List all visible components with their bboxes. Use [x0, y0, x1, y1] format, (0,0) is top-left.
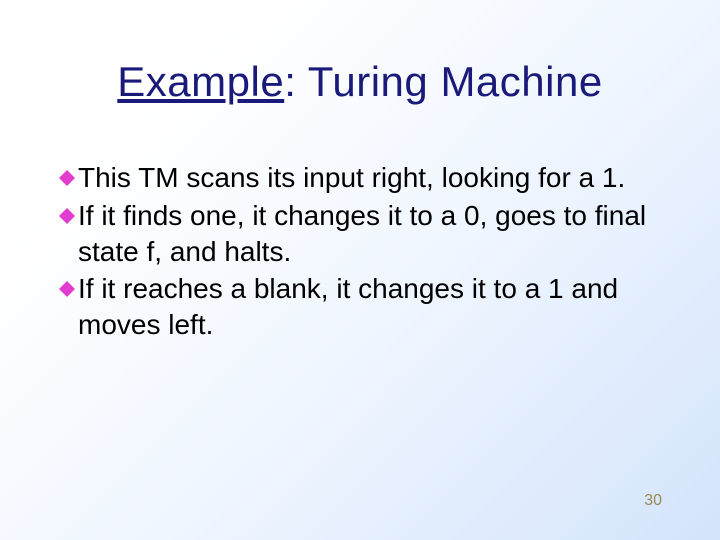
slide: Example: Turing Machine This TM scans it… [0, 0, 720, 540]
bullet-text: If it finds one, it changes it to a 0, g… [78, 198, 650, 270]
diamond-bullet-icon [58, 280, 76, 298]
bullet-list: This TM scans its input right, looking f… [58, 160, 650, 345]
title-underlined-word: Example [117, 58, 284, 105]
list-item: If it finds one, it changes it to a 0, g… [58, 198, 650, 270]
list-item: This TM scans its input right, looking f… [58, 160, 650, 196]
diamond-bullet-icon [58, 169, 76, 187]
page-number: 30 [644, 492, 662, 510]
list-item: If it reaches a blank, it changes it to … [58, 271, 650, 343]
bullet-text: This TM scans its input right, looking f… [78, 160, 650, 196]
slide-title: Example: Turing Machine [0, 58, 720, 106]
diamond-bullet-icon [58, 207, 76, 225]
bullet-text: If it reaches a blank, it changes it to … [78, 271, 650, 343]
title-rest: : Turing Machine [284, 58, 603, 105]
